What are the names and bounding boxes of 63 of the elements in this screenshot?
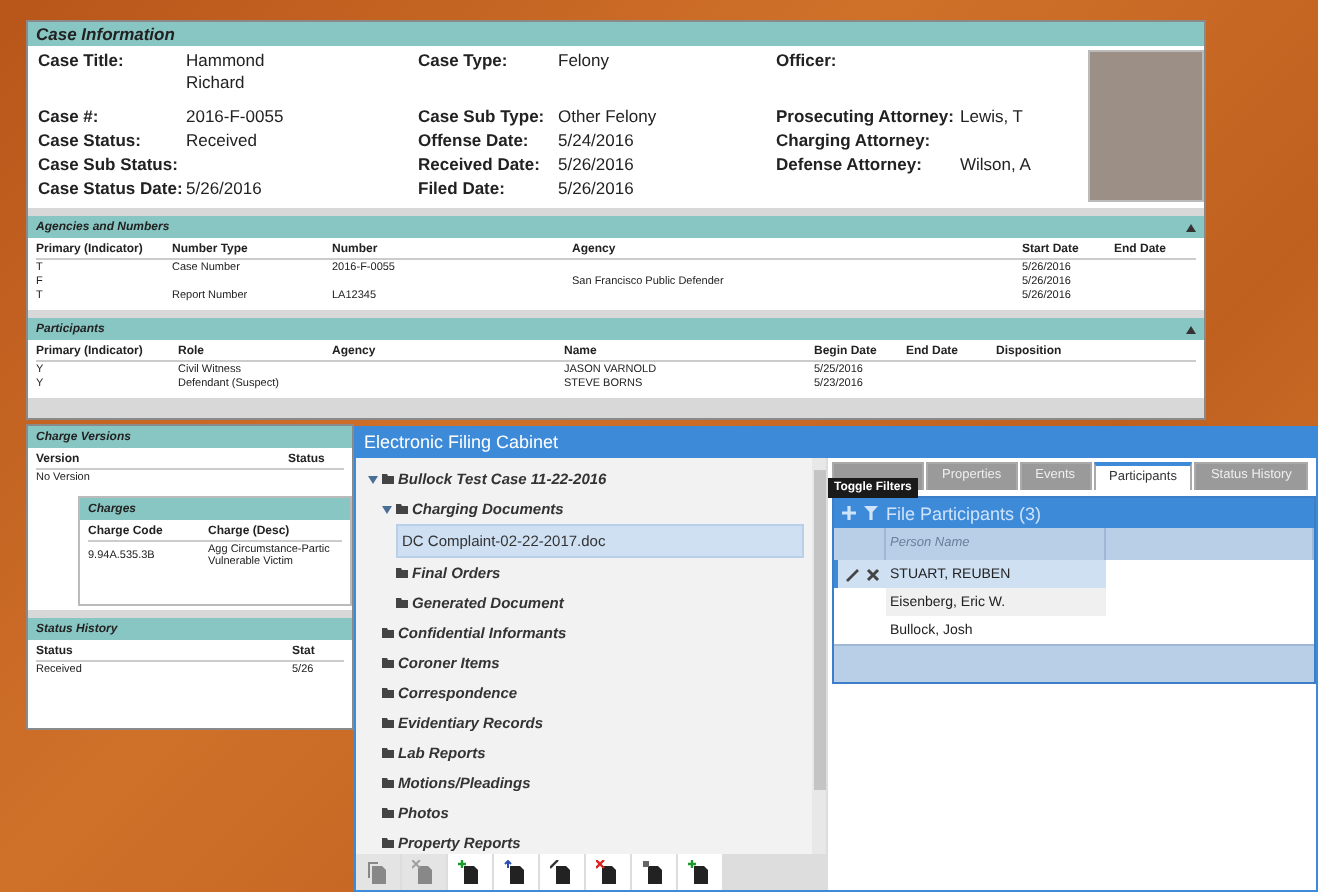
field-label: Case Sub Type: — [418, 106, 547, 130]
field-label: Case Type: — [418, 50, 510, 74]
toolbar-button[interactable] — [586, 854, 630, 890]
document-icon — [596, 860, 620, 884]
filter-icon[interactable] — [864, 506, 878, 520]
toolbar-button[interactable] — [448, 854, 492, 890]
toolbar-button[interactable] — [678, 854, 722, 890]
panel-title: File Participants (3) — [886, 503, 1042, 523]
add-icon[interactable] — [842, 506, 856, 520]
field-value: Wilson, A — [960, 154, 1031, 174]
field-label: Case Title: — [38, 50, 126, 74]
section-title: Case Information — [36, 24, 175, 44]
scrollbar[interactable] — [812, 458, 826, 854]
field-label: Prosecuting Attorney: — [776, 106, 956, 130]
field-label: Officer: — [776, 50, 839, 74]
field-label: Defense Attorney: — [776, 154, 924, 178]
field-label: Case Status: — [38, 130, 143, 154]
field-value: Lewis, T — [960, 106, 1023, 126]
folder-icon — [382, 628, 394, 638]
toolbar-button[interactable] — [632, 854, 676, 890]
field-value: 5/26/2016 — [558, 154, 634, 174]
field-label: Filed Date: — [418, 178, 507, 202]
document-icon — [458, 860, 482, 884]
field-label: Case Sub Status: — [38, 154, 180, 178]
field-label: Charging Attorney: — [776, 130, 933, 154]
document-icon — [550, 860, 574, 884]
field-value: 5/26/2016 — [186, 178, 262, 198]
toolbar-button[interactable] — [494, 854, 538, 890]
document-icon — [412, 860, 436, 884]
folder-icon — [382, 778, 394, 788]
folder-icon — [382, 718, 394, 728]
collapse-arrow-icon[interactable] — [382, 505, 392, 513]
folder-icon — [382, 688, 394, 698]
toolbar-button[interactable] — [540, 854, 584, 890]
field-value: Felony — [558, 48, 610, 70]
folder-icon — [396, 504, 408, 514]
folder-icon — [396, 598, 408, 608]
folder-icon — [382, 474, 394, 484]
field-label: Case Status Date: — [38, 178, 185, 202]
folder-icon — [382, 748, 394, 758]
field-label: Case #: — [38, 106, 101, 130]
document-icon — [504, 860, 528, 884]
folder-icon — [396, 568, 408, 578]
delete-icon[interactable] — [866, 567, 880, 581]
field-value: Other Felony — [558, 106, 657, 126]
field-label: Offense Date: — [418, 130, 531, 154]
document-icon — [366, 860, 390, 884]
folder-icon — [382, 808, 394, 818]
field-label: Received Date: — [418, 154, 542, 178]
folder-icon — [382, 658, 394, 668]
edit-icon[interactable] — [846, 567, 860, 581]
document-icon — [688, 860, 712, 884]
field-value: 5/24/2016 — [558, 130, 634, 150]
field-value: Hammond Richard — [186, 48, 265, 92]
field-value: 2016-F-0055 — [186, 106, 284, 126]
field-value: Received — [186, 130, 257, 150]
field-value: 5/26/2016 — [558, 178, 634, 198]
folder-icon — [382, 838, 394, 848]
window-title: Electronic Filing Cabinet — [356, 428, 1316, 458]
collapse-arrow-icon[interactable] — [368, 475, 378, 483]
collapse-icon[interactable] — [1186, 223, 1196, 231]
collapse-icon[interactable] — [1186, 325, 1196, 333]
document-icon — [642, 860, 666, 884]
